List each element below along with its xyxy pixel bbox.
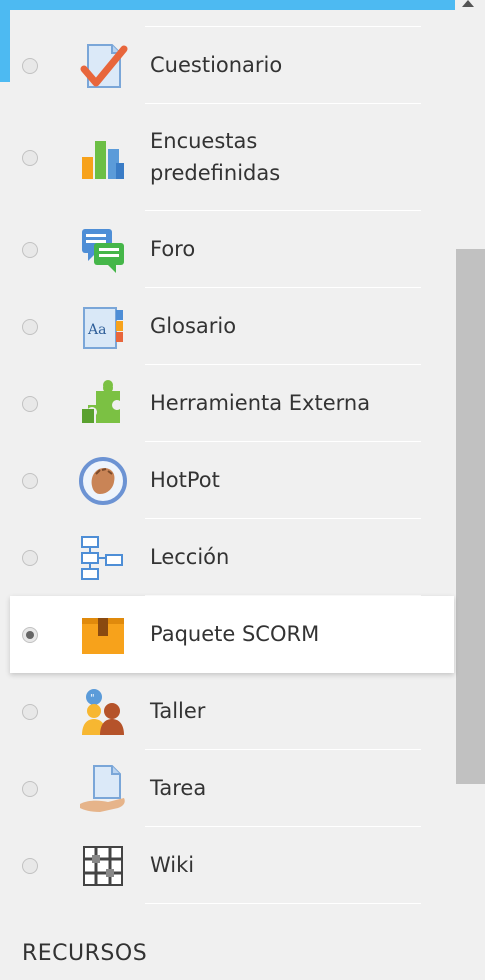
activity-label: Encuestas predefinidas <box>150 129 281 185</box>
radio-button[interactable] <box>22 703 38 720</box>
svg-text:Aa: Aa <box>87 322 106 338</box>
glossary-book-icon: Aa <box>83 306 123 349</box>
activity-label: Taller <box>150 699 206 723</box>
activity-option-paquete-scorm[interactable]: Paquete SCORM <box>10 596 454 673</box>
activity-option-taller[interactable]: " Taller <box>10 673 454 750</box>
radio-button[interactable] <box>22 395 38 412</box>
activity-list-panel: Cuestionario Encuestas predefinidas Foro… <box>10 10 454 980</box>
radio-button-selected[interactable] <box>22 626 38 643</box>
radio-button[interactable] <box>22 241 38 258</box>
activity-label: HotPot <box>150 468 220 492</box>
scroll-up-arrow-icon[interactable] <box>462 0 474 7</box>
workshop-people-icon: " <box>82 688 124 735</box>
activity-option-glosario[interactable]: Aa Glosario <box>10 288 454 365</box>
radio-button[interactable] <box>22 549 38 566</box>
scrollbar-thumb[interactable] <box>456 249 485 784</box>
activity-option-leccion[interactable]: Lección <box>10 519 454 596</box>
activity-option-wiki[interactable]: Wiki <box>10 827 454 904</box>
radio-button[interactable] <box>22 472 38 489</box>
radio-button[interactable] <box>22 318 38 335</box>
radio-button[interactable] <box>22 149 38 166</box>
activity-label: Herramienta Externa <box>150 391 371 415</box>
svg-text:": " <box>90 693 95 704</box>
activity-label: Tarea <box>150 776 207 800</box>
activity-option-herramienta-externa[interactable]: Herramienta Externa <box>10 365 454 442</box>
accent-bar-top <box>0 0 455 10</box>
activity-label: Lección <box>150 545 230 569</box>
activity-label: Foro <box>150 237 196 261</box>
radio-button[interactable] <box>22 780 38 797</box>
activity-option-foro[interactable]: Foro <box>10 211 454 288</box>
quiz-checkmark-icon <box>80 43 128 88</box>
section-title-recursos: RECURSOS <box>22 941 148 966</box>
activity-option-tarea[interactable]: Tarea <box>10 750 454 827</box>
assignment-hand-icon <box>80 764 125 812</box>
lesson-flowchart-icon <box>81 535 123 580</box>
activity-chooser: Cuestionario Encuestas predefinidas Foro… <box>0 0 485 980</box>
activity-option-hotpot[interactable]: HotPot <box>10 442 454 519</box>
scorm-package-box-icon <box>82 617 124 654</box>
external-tool-puzzle-icon <box>82 379 120 423</box>
survey-bar-chart-icon <box>82 140 124 179</box>
accent-bar-left <box>0 0 10 82</box>
activity-label: Glosario <box>150 314 237 338</box>
wiki-puzzle-icon <box>83 845 123 886</box>
activity-label: Wiki <box>150 853 195 877</box>
activity-option-cuestionario[interactable]: Cuestionario <box>10 27 454 104</box>
radio-button[interactable] <box>22 57 38 74</box>
activity-label: Cuestionario <box>150 53 283 77</box>
activity-option-encuestas-predefinidas[interactable]: Encuestas predefinidas <box>10 104 454 211</box>
activity-label: Paquete SCORM <box>150 622 320 646</box>
hotpot-hand-icon <box>79 456 127 505</box>
forum-speech-bubbles-icon <box>82 228 124 273</box>
radio-button[interactable] <box>22 857 38 874</box>
activity-list: Cuestionario Encuestas predefinidas Foro… <box>10 27 454 904</box>
